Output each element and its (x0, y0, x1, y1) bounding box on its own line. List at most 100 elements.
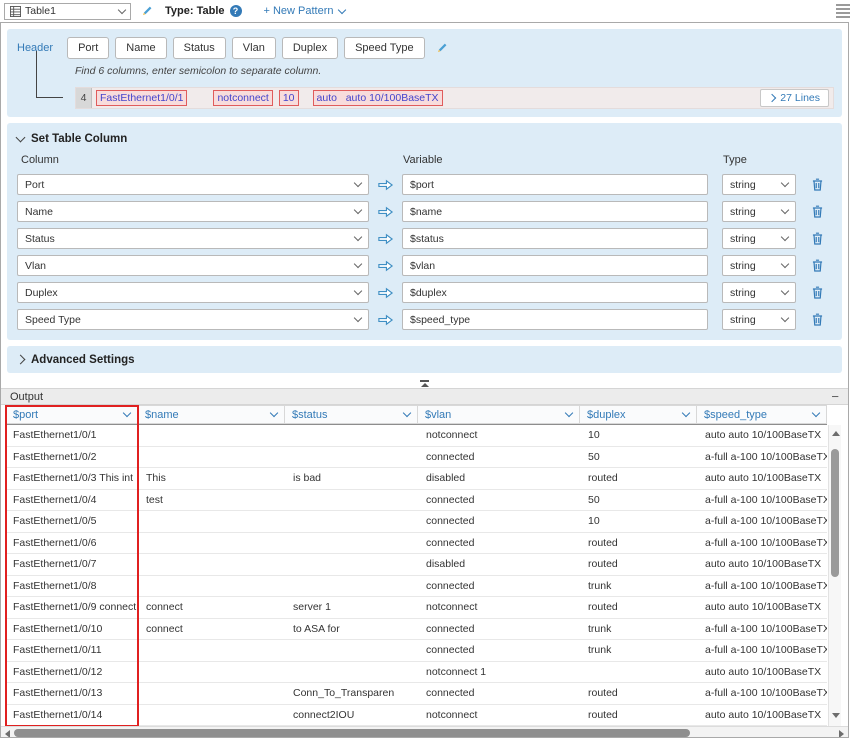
table-row: FastEthernet1/0/4testconnected50a-full a… (5, 490, 827, 512)
vertical-scroll-thumb[interactable] (831, 449, 839, 577)
edit-pattern-icon[interactable] (140, 5, 153, 18)
scroll-left-arrow[interactable] (5, 730, 10, 738)
set-table-column-toggle[interactable]: Set Table Column (17, 131, 832, 147)
header-column-button[interactable]: Status (173, 37, 226, 59)
toolbar: Table1 Type: Table ? + New Pattern (0, 0, 856, 22)
output-cell: routed (580, 597, 697, 618)
delete-icon[interactable] (812, 259, 823, 272)
header-column-button[interactable]: Name (115, 37, 166, 59)
scroll-right-arrow[interactable] (839, 730, 844, 738)
variable-input[interactable] (402, 282, 708, 303)
map-arrow-icon (377, 206, 394, 218)
lines-expand-button[interactable]: 27 Lines (760, 89, 829, 107)
variable-input[interactable] (402, 228, 708, 249)
vertical-scrollbar[interactable] (828, 425, 841, 726)
type-select[interactable]: string (722, 174, 796, 195)
output-cell: FastEthernet1/0/3 This int (5, 468, 138, 489)
output-column-header[interactable]: $speed_type (697, 405, 827, 424)
type-select[interactable]: string (722, 282, 796, 303)
output-cell: a-full a-100 10/100BaseTX (697, 576, 827, 597)
table-row: FastEthernet1/0/3 This intThisis baddisa… (5, 468, 827, 490)
collapse-output-icon[interactable] (1, 379, 848, 388)
output-cell (138, 576, 285, 597)
output-column-header[interactable]: $duplex (580, 405, 697, 424)
edit-header-icon[interactable] (435, 42, 448, 55)
help-icon[interactable]: ? (230, 5, 242, 17)
chevron-down-icon (781, 287, 789, 295)
type-select[interactable]: string (722, 228, 796, 249)
output-column-header[interactable]: $status (285, 405, 418, 424)
new-pattern-button[interactable]: + New Pattern (264, 5, 345, 17)
horizontal-scroll-thumb[interactable] (14, 729, 690, 737)
chevron-down-icon (781, 314, 789, 322)
scroll-down-arrow[interactable] (832, 713, 840, 718)
output-cell: connected (418, 576, 580, 597)
column-mapping-row: Vlan string (17, 255, 832, 276)
variable-input[interactable] (402, 255, 708, 276)
chevron-down-icon (16, 133, 26, 143)
sample-line-tokens: FastEthernet1/0/1notconnect10auto auto 1… (92, 90, 760, 106)
column-select[interactable]: Vlan (17, 255, 369, 276)
pattern-select-value: Table1 (25, 5, 115, 17)
header-pattern-section: Header PortNameStatusVlanDuplexSpeed Typ… (7, 29, 842, 117)
type-select[interactable]: string (722, 309, 796, 330)
scroll-up-arrow[interactable] (832, 431, 840, 436)
output-cell: connect2IOU (285, 705, 418, 726)
output-cell: FastEthernet1/0/8 (5, 576, 138, 597)
table-row: FastEthernet1/0/6connectedrouteda-full a… (5, 533, 827, 555)
chevron-down-icon (354, 260, 362, 268)
output-cell: connected (418, 511, 580, 532)
output-cell (138, 425, 285, 446)
output-cell: connected (418, 640, 580, 661)
column-select[interactable]: Name (17, 201, 369, 222)
type-select[interactable]: string (722, 201, 796, 222)
output-cell: FastEthernet1/0/1 (5, 425, 138, 446)
delete-icon[interactable] (812, 178, 823, 191)
output-cell: 50 (580, 447, 697, 468)
advanced-settings-toggle[interactable]: Advanced Settings (7, 346, 842, 373)
output-cell: routed (580, 554, 697, 575)
column-select[interactable]: Duplex (17, 282, 369, 303)
variable-input[interactable] (402, 201, 708, 222)
chevron-down-icon (403, 409, 411, 417)
table-row: FastEthernet1/0/14connect2IOUnotconnectr… (5, 705, 827, 727)
output-cell (285, 576, 418, 597)
chevron-down-icon (118, 5, 126, 13)
output-cell: FastEthernet1/0/7 (5, 554, 138, 575)
output-cell: FastEthernet1/0/14 (5, 705, 138, 726)
output-cell: test (138, 490, 285, 511)
pattern-select[interactable]: Table1 (4, 3, 131, 20)
set-table-column-section: Set Table Column Column Variable Type Po… (7, 123, 842, 340)
output-cell (285, 640, 418, 661)
output-column-header[interactable]: $vlan (418, 405, 580, 424)
output-table-body: FastEthernet1/0/1notconnect10auto auto 1… (5, 425, 827, 726)
column-select[interactable]: Port (17, 174, 369, 195)
column-select[interactable]: Status (17, 228, 369, 249)
delete-icon[interactable] (812, 232, 823, 245)
header-column-button[interactable]: Duplex (282, 37, 338, 59)
output-cell: auto auto 10/100BaseTX (697, 662, 827, 683)
output-cell (138, 554, 285, 575)
variable-input[interactable] (402, 309, 708, 330)
header-column-buttons: Port Name Status Vlan Duplex Speed Type (67, 37, 425, 59)
type-select[interactable]: string (722, 255, 796, 276)
delete-icon[interactable] (812, 313, 823, 326)
pattern-editor-panel: Header PortNameStatusVlanDuplexSpeed Typ… (0, 22, 849, 738)
output-cell (285, 425, 418, 446)
menu-icon[interactable] (836, 4, 850, 18)
delete-icon[interactable] (812, 286, 823, 299)
output-cell: routed (580, 533, 697, 554)
horizontal-scrollbar[interactable] (1, 726, 848, 738)
chevron-down-icon (781, 206, 789, 214)
chevron-down-icon (682, 409, 690, 417)
header-column-button[interactable]: Vlan (232, 37, 276, 59)
delete-icon[interactable] (812, 205, 823, 218)
output-column-header[interactable]: $name (138, 405, 285, 424)
header-column-button[interactable]: Port (67, 37, 109, 59)
variable-input[interactable] (402, 174, 708, 195)
output-column-header[interactable]: $port (5, 405, 138, 424)
header-column-button[interactable]: Speed Type (344, 37, 425, 59)
column-select[interactable]: Speed Type (17, 309, 369, 330)
minimize-output-icon[interactable]: − (831, 392, 839, 402)
output-cell: connected (418, 683, 580, 704)
